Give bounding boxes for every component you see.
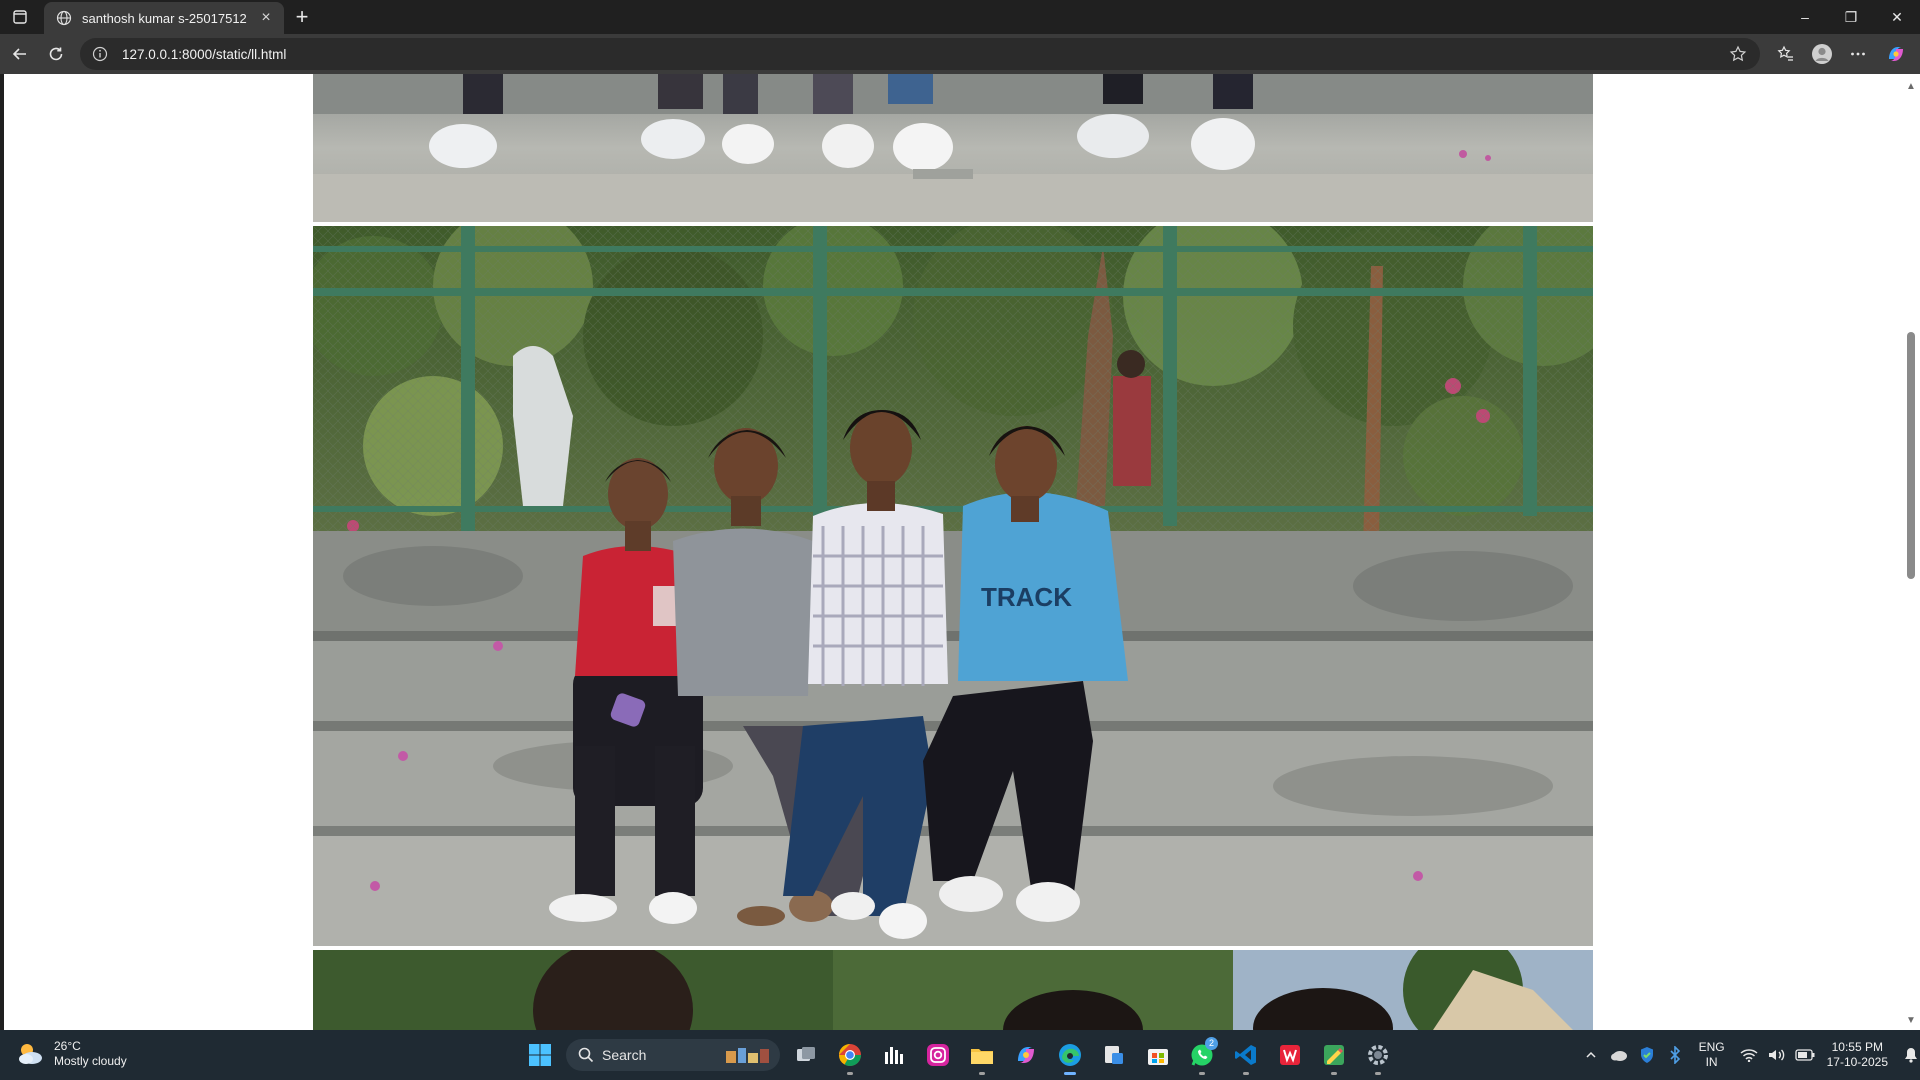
browser-toolbar: 127.0.0.1:8000/static/ll.html <box>0 34 1920 74</box>
restore-button[interactable]: ❐ <box>1828 0 1874 34</box>
copilot-icon[interactable] <box>1882 40 1910 68</box>
window-controls: – ❐ ✕ <box>1782 0 1920 34</box>
chevron-up-icon[interactable] <box>1577 1035 1605 1075</box>
search-icon <box>578 1047 594 1063</box>
settings-icon[interactable] <box>1360 1035 1396 1075</box>
whatsapp-icon[interactable]: 2 <box>1184 1035 1220 1075</box>
bluetooth-icon[interactable] <box>1661 1035 1689 1075</box>
weather-widget[interactable]: 26°C Mostly cloudy <box>14 1038 127 1070</box>
new-tab-button[interactable]: + <box>290 4 314 29</box>
scroll-thumb[interactable] <box>1907 332 1915 580</box>
language-line-2: IN <box>1705 1055 1718 1069</box>
file-explorer-icon[interactable] <box>964 1035 1000 1075</box>
system-clock[interactable]: 10:55 PM 17-10-2025 <box>1827 1040 1888 1070</box>
favorite-star-icon[interactable] <box>1728 44 1748 64</box>
svg-text:TRACK: TRACK <box>981 582 1072 612</box>
photo-feet-strip <box>313 74 1593 222</box>
store-icon[interactable] <box>1140 1035 1176 1075</box>
paint-icon[interactable] <box>1316 1035 1352 1075</box>
volume-icon[interactable] <box>1763 1035 1791 1075</box>
taskbar-apps: Search 2 <box>522 1035 1396 1075</box>
windows-start-icon[interactable] <box>522 1035 558 1075</box>
instagram-icon[interactable] <box>920 1035 956 1075</box>
search-highlight-icon <box>726 1048 769 1063</box>
task-view-icon[interactable] <box>788 1035 824 1075</box>
scroll-up-arrow-icon[interactable]: ▲ <box>1902 78 1920 94</box>
defender-shield-icon[interactable] <box>1633 1035 1661 1075</box>
wifi-icon[interactable] <box>1735 1035 1763 1075</box>
snip-tool-icon[interactable] <box>1096 1035 1132 1075</box>
tab-title: santhosh kumar s-25017512 <box>82 10 247 26</box>
tab-actions-icon[interactable] <box>8 5 32 29</box>
tab-strip: santhosh kumar s-25017512 × + – ❐ ✕ <box>0 0 1920 34</box>
cloud-sun-icon <box>19 1044 42 1064</box>
more-menu-icon[interactable] <box>1844 40 1872 68</box>
favorites-icon[interactable] <box>1772 40 1800 68</box>
whatsapp-badge: 2 <box>1204 1037 1218 1050</box>
edge-icon[interactable] <box>1052 1035 1088 1075</box>
back-arrow-icon[interactable] <box>6 40 34 68</box>
reload-icon[interactable] <box>42 40 70 68</box>
system-tray: ENG IN 10:55 PM 17-10-2025 <box>1577 1030 1920 1080</box>
browser-tab[interactable]: santhosh kumar s-25017512 × <box>44 2 284 34</box>
notification-bell-icon[interactable] <box>1902 1035 1920 1075</box>
clock-time: 10:55 PM <box>1831 1040 1883 1054</box>
language-indicator[interactable]: ENG IN <box>1699 1040 1725 1070</box>
minimize-button[interactable]: – <box>1782 0 1828 34</box>
weather-temp: 26°C <box>54 1039 81 1053</box>
tab-close-icon[interactable]: × <box>256 8 276 28</box>
photo-partial-next <box>313 950 1593 1030</box>
clock-date: 17-10-2025 <box>1826 1055 1888 1069</box>
weather-condition: Mostly cloudy <box>54 1054 127 1068</box>
globe-icon <box>56 10 72 26</box>
photo-four-friends-sitting-on-steps: TRACK <box>313 226 1593 946</box>
cloud-icon[interactable] <box>1605 1035 1633 1075</box>
address-bar[interactable]: 127.0.0.1:8000/static/ll.html <box>80 38 1760 70</box>
office-icon[interactable] <box>1272 1035 1308 1075</box>
url-text[interactable]: 127.0.0.1:8000/static/ll.html <box>122 47 286 62</box>
chrome-icon[interactable] <box>832 1035 868 1075</box>
taskbar-search[interactable]: Search <box>566 1039 780 1071</box>
vertical-scrollbar[interactable]: ▲ ▼ <box>1902 74 1920 1030</box>
site-info-icon[interactable] <box>92 45 110 63</box>
scroll-down-arrow-icon[interactable]: ▼ <box>1902 1012 1920 1028</box>
page-viewport: TRACK <box>4 74 1902 1030</box>
battery-icon[interactable] <box>1791 1035 1819 1075</box>
windows-taskbar: 26°C Mostly cloudy Search 2 ENG IN 10:55… <box>0 1030 1920 1080</box>
profile-avatar-icon[interactable] <box>1808 40 1836 68</box>
copilot-app-icon[interactable] <box>1008 1035 1044 1075</box>
audio-app-icon[interactable] <box>876 1035 912 1075</box>
language-line-1: ENG <box>1698 1040 1725 1054</box>
vscode-icon[interactable] <box>1228 1035 1264 1075</box>
close-window-button[interactable]: ✕ <box>1874 0 1920 34</box>
search-label: Search <box>602 1047 647 1063</box>
